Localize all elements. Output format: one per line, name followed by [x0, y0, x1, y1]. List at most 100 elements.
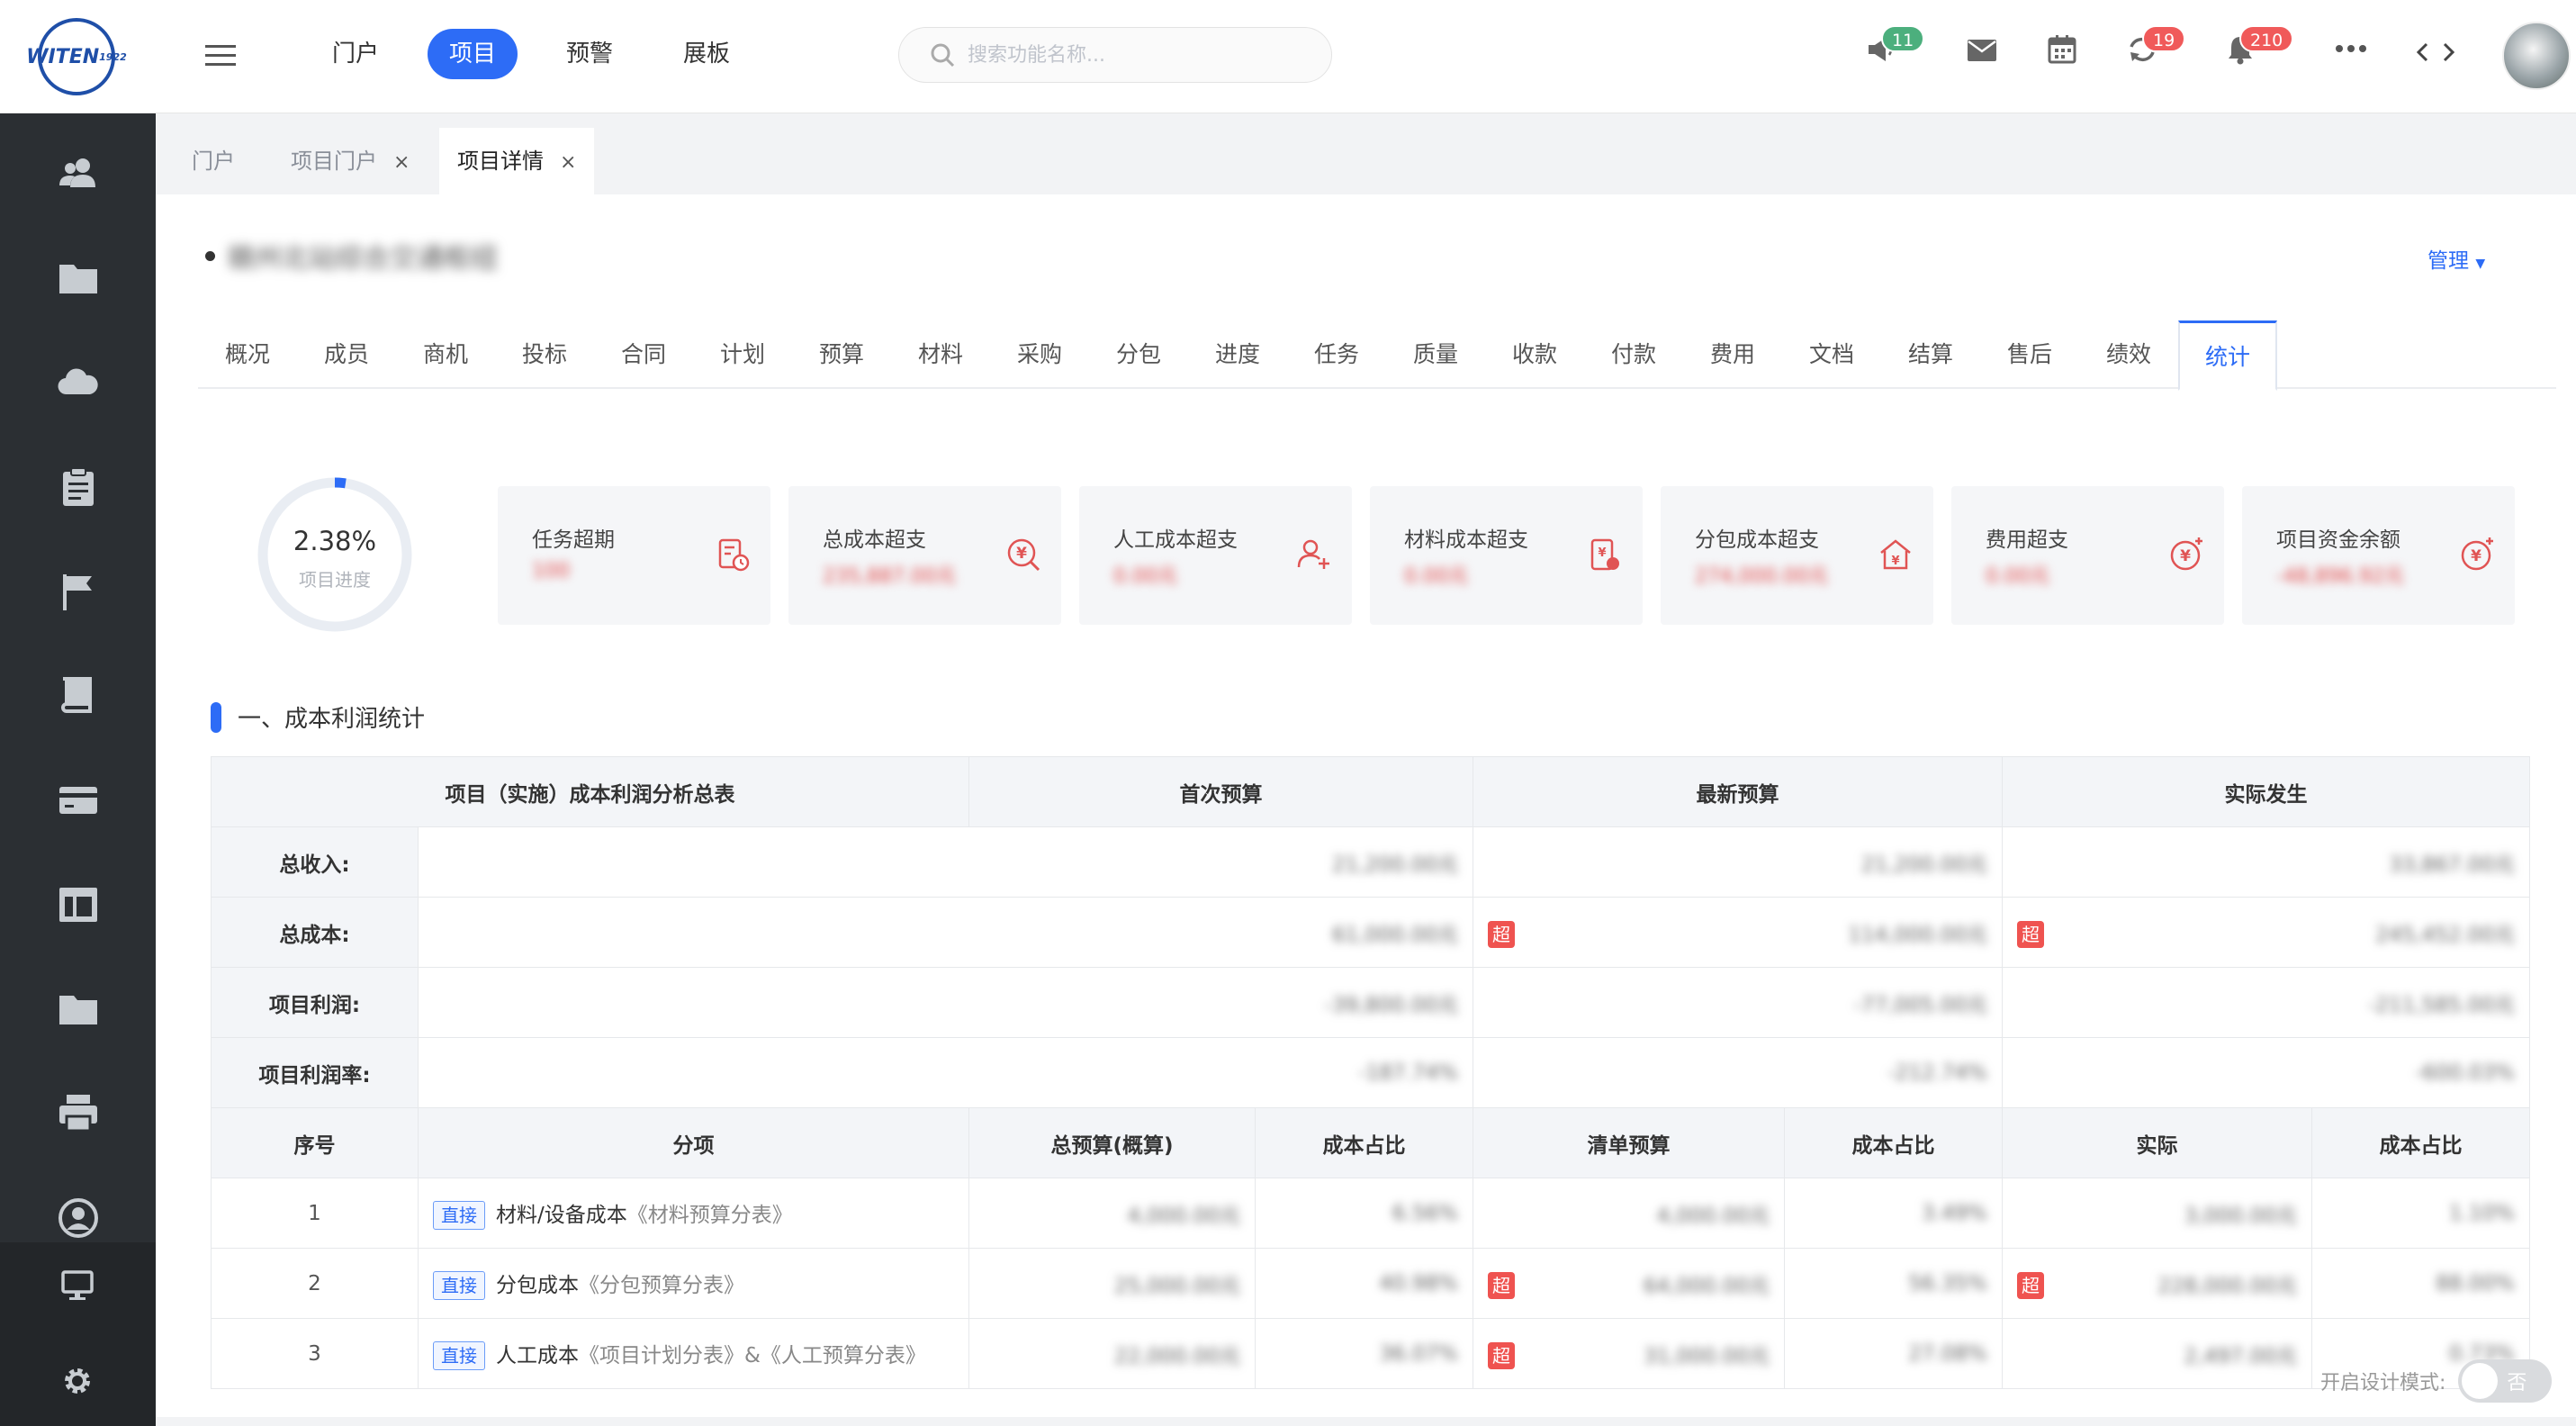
monitor-icon[interactable] — [59, 1268, 104, 1313]
svg-text:¥: ¥ — [2180, 547, 2191, 565]
item-link[interactable]: 《材料预算分表》 — [627, 1204, 793, 1227]
folder2-icon[interactable] — [56, 987, 101, 1032]
nav-board[interactable]: 展板 — [662, 29, 752, 79]
close-icon[interactable]: × — [393, 151, 410, 174]
sub-tabs: 概况 成员 商机 投标 合同 计划 预算 材料 采购 分包 进度 任务 质量 收款 付款 费用 文档 结算 售后 绩效… — [198, 320, 2556, 391]
subtab-item[interactable]: 统计 — [2178, 320, 2277, 391]
actual-cell: 33,867.00元 — [2002, 826, 2530, 898]
summary-row: 项目利润: -39,800.00元 -77,005.00元 -211,585.00元 — [211, 967, 2530, 1038]
section-bar — [211, 701, 221, 733]
cell-value: 6.56% — [1392, 1201, 1458, 1225]
subtab-item[interactable]: 进度 — [1188, 320, 1287, 389]
nav-portal[interactable]: 门户 — [311, 29, 401, 79]
subtab-item[interactable]: 质量 — [1386, 320, 1485, 389]
stat-card-total-cost-overrun[interactable]: 总成本超支 235,887.00元 ¥ — [788, 486, 1061, 625]
more-icon[interactable] — [2335, 43, 2367, 54]
budget-cell: 22,000.00元 — [968, 1318, 1256, 1389]
col-header: 分项 — [418, 1107, 969, 1178]
users-icon[interactable] — [56, 151, 101, 196]
subtab-item[interactable]: 绩效 — [2079, 320, 2178, 389]
stat-card-labor-cost-overrun[interactable]: 人工成本超支 0.00元 — [1079, 486, 1352, 625]
subtab-item[interactable]: 文档 — [1782, 320, 1881, 389]
toggle-knob — [2462, 1363, 2499, 1399]
stat-card-subcontract-cost-overrun[interactable]: 分包成本超支 274,000.00元 ¥ — [1661, 486, 1933, 625]
subtab-item[interactable]: 分包 — [1089, 320, 1188, 389]
printer-icon[interactable] — [56, 1091, 101, 1136]
user-circle-icon[interactable] — [56, 1196, 101, 1241]
subtab-item[interactable]: 收款 — [1485, 320, 1584, 389]
subtab-item[interactable]: 结算 — [1881, 320, 1980, 389]
stat-card-task-overdue[interactable]: 任务超期 100 — [498, 486, 770, 625]
card-icon[interactable] — [56, 778, 101, 823]
code-icon[interactable] — [2416, 41, 2455, 63]
tab-project-portal[interactable]: 项目门户 × — [273, 128, 428, 194]
stat-card-expense-overrun[interactable]: 费用超支 0.00元 ¥ — [1951, 486, 2224, 625]
subtab-item[interactable]: 任务 — [1287, 320, 1386, 389]
first-budget-cell: -39,800.00元 — [418, 967, 1473, 1038]
gear-icon[interactable] — [59, 1363, 104, 1408]
nav-warning[interactable]: 预警 — [545, 29, 635, 79]
doc-clock-icon — [715, 537, 751, 573]
logo-text: WITEN — [26, 45, 100, 68]
list-budget-cell: 4,000.00元 — [1473, 1178, 1785, 1249]
subtab-item[interactable]: 商机 — [396, 320, 495, 389]
user-add-icon — [1296, 537, 1332, 573]
menu-icon[interactable] — [205, 43, 238, 68]
stat-card-fund-balance[interactable]: 项目资金余额 -48,896.92元 ¥ — [2242, 486, 2515, 625]
tab-project-detail[interactable]: 项目详情 × — [439, 128, 595, 194]
row-number: 3 — [211, 1318, 419, 1389]
item-name: 人工成本 — [496, 1343, 579, 1367]
avatar[interactable] — [2502, 22, 2571, 90]
book-icon[interactable] — [56, 673, 101, 718]
item-link[interactable]: 《分包预算分表》 — [579, 1274, 744, 1297]
first-budget-cell: 21,200.00元 — [418, 826, 1473, 898]
subtab-item[interactable]: 计划 — [693, 320, 792, 389]
ratio-cell: 56.35% — [1784, 1248, 2003, 1319]
tab-portal[interactable]: 门户 — [174, 128, 253, 194]
flag-icon[interactable] — [56, 569, 101, 614]
table-row: 2 直接 分包成本《分包预算分表》 25,000.00元 40.98% 超 64,000.0… — [211, 1248, 2530, 1319]
cell-value: -39,800.00元 — [1324, 993, 1458, 1017]
cell-value: 36.07% — [1379, 1341, 1458, 1366]
close-icon[interactable]: × — [560, 151, 576, 174]
stat-card-material-cost-overrun[interactable]: 材料成本超支 0.00元 ¥ — [1370, 486, 1643, 625]
mail-icon[interactable] — [1966, 34, 1998, 65]
card-value: 235,887.00元 — [823, 565, 956, 588]
search-input[interactable] — [968, 43, 1310, 67]
cell-value: 27.08% — [1908, 1341, 1987, 1366]
first-budget-cell: 61,000.00元 — [418, 897, 1473, 968]
cell-value: 56.35% — [1908, 1271, 1987, 1295]
cell-value: 4,000.00元 — [1127, 1204, 1240, 1228]
manage-dropdown[interactable]: 管理 ▼ — [2427, 243, 2485, 274]
search-box — [898, 27, 1332, 83]
col-header: 成本占比 — [1255, 1107, 1473, 1178]
folder-icon[interactable] — [56, 256, 101, 301]
design-mode: 开启设计模式: 否 — [2320, 1359, 2553, 1403]
layout-icon[interactable] — [56, 882, 101, 927]
subtab-item[interactable]: 合同 — [594, 320, 693, 389]
ratio-cell: 3.49% — [1784, 1178, 2003, 1249]
cloud-icon[interactable] — [56, 360, 101, 405]
subtab-item[interactable]: 投标 — [495, 320, 594, 389]
top-nav: 门户 项目 预警 展板 — [311, 29, 752, 79]
calendar-icon[interactable] — [2047, 34, 2077, 65]
subtab-item[interactable]: 售后 — [1980, 320, 2079, 389]
actual-cell: -600.03% — [2002, 1037, 2530, 1108]
subtab-item[interactable]: 付款 — [1584, 320, 1683, 389]
subtab-item[interactable]: 采购 — [990, 320, 1089, 389]
summary-row: 总成本: 61,000.00元 超 114,000.00元 超 245,452.00元 — [211, 897, 2530, 968]
subtab-item[interactable]: 成员 — [297, 320, 396, 389]
clipboard-icon[interactable] — [56, 465, 101, 510]
subtab-item[interactable]: 概况 — [198, 320, 297, 389]
logo[interactable]: WITEN 1922 — [26, 18, 127, 95]
over-badge: 超 — [2017, 920, 2044, 948]
nav-project[interactable]: 项目 — [428, 29, 518, 79]
subtab-item[interactable]: 预算 — [792, 320, 891, 389]
subtab-item[interactable]: 费用 — [1683, 320, 1782, 389]
item-link[interactable]: 《项目计划分表》&《人工预算分表》 — [579, 1344, 926, 1367]
subtab-item[interactable]: 材料 — [891, 320, 990, 389]
row-label: 总收入: — [211, 826, 419, 898]
cell-value: -187.74% — [1358, 1060, 1458, 1085]
actual-cell: 2,497.00元 — [2002, 1318, 2312, 1389]
design-mode-toggle[interactable]: 否 — [2458, 1359, 2553, 1403]
